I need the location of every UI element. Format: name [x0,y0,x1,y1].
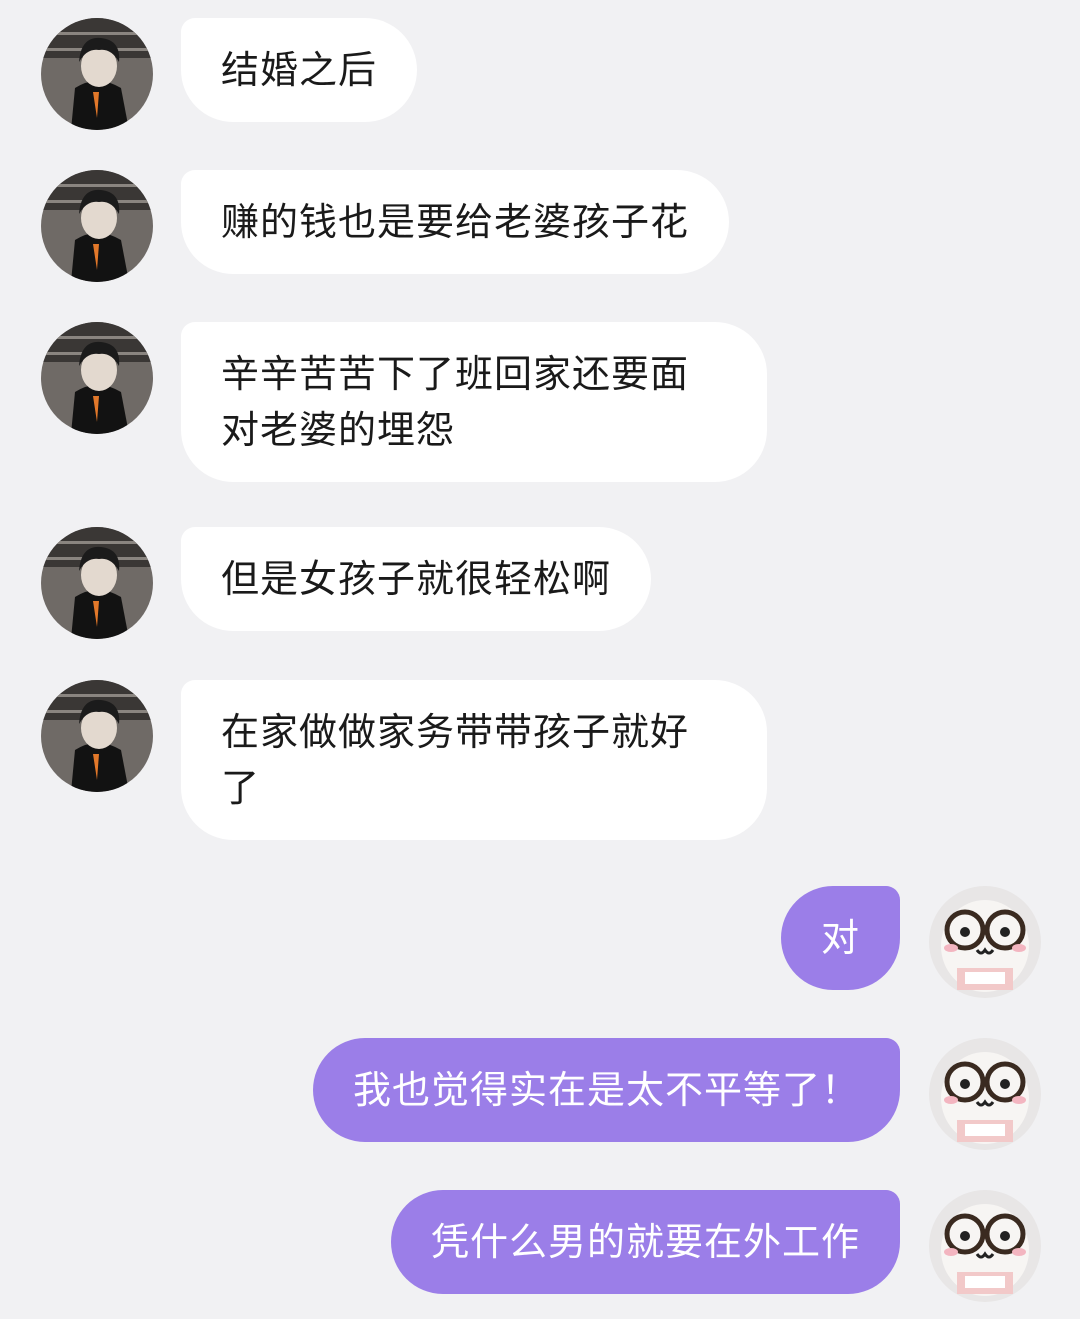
incoming-message-bubble[interactable]: 在家做做家务带带孩子就好了 [181,680,767,840]
outgoing-message-bubble[interactable]: 对 [780,886,900,990]
person-avatar-icon [41,322,153,434]
user-avatar[interactable] [929,1190,1041,1302]
incoming-message-bubble[interactable]: 结婚之后 [181,18,418,122]
incoming-message-bubble[interactable]: 但是女孩子就很轻松啊 [181,527,652,631]
chat-message-list[interactable]: 结婚之后 赚的钱也是要给老婆孩子花 辛辛苦苦下了班回家还要面对老婆的埋怨 但是女… [0,0,1080,1319]
glasses-plush-avatar-icon [929,1038,1041,1150]
glasses-plush-avatar-icon [929,886,1041,998]
incoming-message-bubble[interactable]: 赚的钱也是要给老婆孩子花 [181,170,730,274]
outgoing-message-bubble[interactable]: 我也觉得实在是太不平等了！ [312,1038,900,1142]
contact-avatar[interactable] [41,527,153,639]
person-avatar-icon [41,18,153,130]
user-avatar[interactable] [929,886,1041,998]
user-avatar[interactable] [929,1038,1041,1150]
contact-avatar[interactable] [41,680,153,792]
person-avatar-icon [41,170,153,282]
contact-avatar[interactable] [41,322,153,434]
glasses-plush-avatar-icon [929,1190,1041,1302]
person-avatar-icon [41,680,153,792]
incoming-message-bubble[interactable]: 辛辛苦苦下了班回家还要面对老婆的埋怨 [181,322,767,482]
person-avatar-icon [41,527,153,639]
outgoing-message-bubble[interactable]: 凭什么男的就要在外工作 [390,1190,900,1294]
contact-avatar[interactable] [41,18,153,130]
contact-avatar[interactable] [41,170,153,282]
